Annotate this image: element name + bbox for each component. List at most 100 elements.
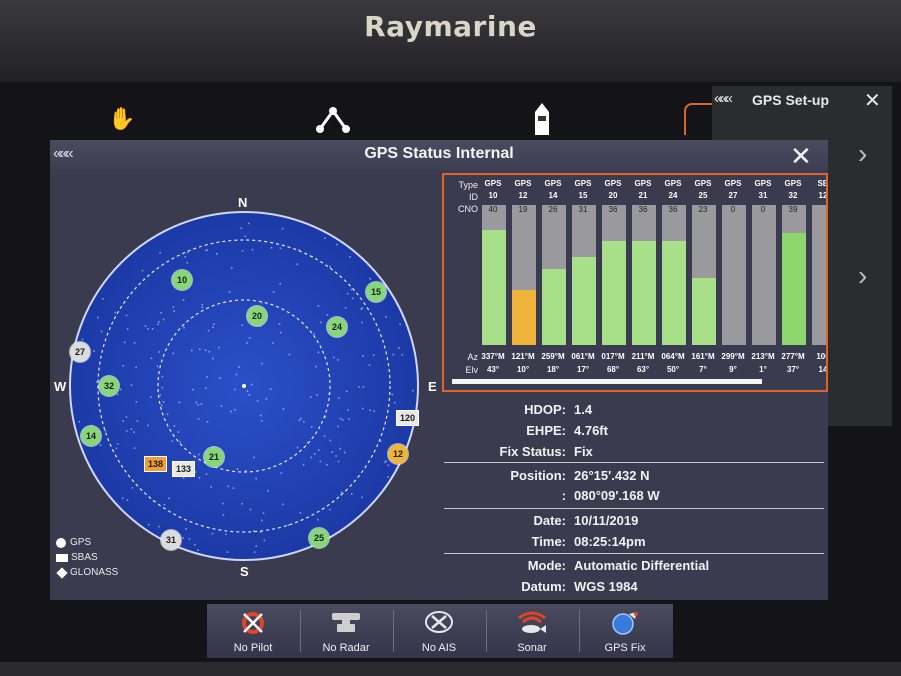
sky-speckle [100,330,103,333]
bar-azimuth: 259°M [541,352,565,361]
signal-bar-column[interactable]: GPS 12 19 121°M 10° [510,175,536,385]
fix-status-label: Fix Status: [499,444,566,459]
signal-bar-column[interactable]: GPS 32 39 277°M 37° [780,175,806,385]
signal-bar-fill [662,241,686,345]
sky-speckle [336,243,338,246]
sky-speckle [337,460,340,463]
sky-speckle [130,428,133,430]
hdop-value: 1.4 [574,402,593,417]
signal-bar-track [752,205,776,345]
ais-button[interactable]: No AIS [393,604,485,658]
bar-type: GPS [604,179,622,188]
radar-icon [300,610,392,640]
bar-cno-value: 26 [548,205,558,214]
sbas-marker[interactable]: 133 [172,461,196,477]
signal-bar-column[interactable]: GPS 10 40 337°M 43° [480,175,506,385]
signal-bar-column[interactable]: GPS 14 26 259°M 18° [540,175,566,385]
satellite-marker[interactable]: 32 [99,376,119,396]
satellite-marker[interactable]: 27 [70,342,90,362]
bar-azimuth: 121°M [511,352,535,361]
ais-label: No AIS [421,642,457,654]
row-label-type: Type [458,180,478,190]
bar-cno-value: 0 [730,205,736,214]
radar-button[interactable]: No Radar [300,604,392,658]
signal-bar-column[interactable]: GPS 21 36 211°M 63° [630,175,656,385]
sky-plot-legend: GPS SBAS GLONASS [56,535,118,580]
gps-fix-icon [579,610,671,642]
sky-speckle [278,323,281,325]
bar-elevation: 1° [759,365,767,374]
sky-speckle [248,394,251,396]
sky-speckle [379,440,382,442]
bar-azimuth: 337°M [481,352,505,361]
sonar-button[interactable]: Sonar [486,604,578,658]
gps-legend-icon [56,537,66,548]
signal-bar-column[interactable]: GPS 25 23 161°M 7° [690,175,716,385]
sky-speckle [303,421,305,423]
satellite-marker[interactable]: 12 [388,444,408,464]
signal-strength-panel[interactable]: Type ID CNO Az Elv GPS 10 40 337°M 43° GPS 12 1… [442,173,828,392]
satellite-marker[interactable]: 24 [327,317,347,337]
bar-type: GPS [634,179,652,188]
hdop-label: HDOP: [524,402,566,417]
sky-speckle [362,355,364,357]
satellite-marker[interactable]: 14 [81,426,101,446]
satellite-marker[interactable]: 10 [172,270,192,290]
legend-sbas: SBAS [71,552,98,563]
sky-speckle [279,247,282,250]
sky-speckle [116,393,119,396]
sky-speckle [194,543,196,546]
signal-bar-column[interactable]: GPS 27 0 299°M 9° [720,175,746,385]
sky-speckle [311,255,313,258]
signal-bar-column[interactable]: GPS 24 36 064°M 50° [660,175,686,385]
sbas-marker[interactable]: 120 [396,410,420,426]
sky-speckle [147,424,149,427]
sbas-marker[interactable]: 138 [144,456,168,472]
latitude-value: 26°15'.432 N [574,468,650,483]
bar-satellite-id: 10 [488,191,498,200]
signal-bar-column[interactable]: SB 12 106 14 [810,175,826,385]
signal-bar-track [512,205,536,345]
sky-speckle [192,388,194,391]
ais-icon [393,610,485,640]
satellite-marker[interactable]: 20 [247,306,267,326]
sky-speckle [183,327,185,329]
row-label-az: Az [467,352,478,362]
divider [444,462,824,463]
signal-bar-track [482,205,506,345]
sky-speckle [141,269,144,272]
sky-speckle [253,530,255,532]
satellite-marker[interactable]: 31 [161,530,181,550]
signal-bar-column[interactable]: GPS 20 36 017°M 68° [600,175,626,385]
bar-type: GPS [694,179,712,188]
sky-speckle [358,386,360,388]
sky-speckle [351,493,353,495]
bar-elevation: 17° [576,365,590,374]
sky-speckle [123,341,126,344]
sky-speckle [298,249,300,251]
signal-bar-fill [692,278,716,345]
sky-speckle [332,356,335,359]
satellite-marker[interactable]: 25 [309,528,329,548]
signal-bar-track [632,205,656,345]
row-label-id: ID [469,192,478,202]
sky-speckle [249,508,252,511]
satellite-marker[interactable]: 15 [366,282,386,302]
bar-satellite-id: 32 [788,191,798,200]
signal-bar-column[interactable]: GPS 31 0 213°M 1° [750,175,776,385]
signal-bar-column[interactable]: GPS 15 31 061°M 17° [570,175,596,385]
sky-speckle [234,408,236,411]
gps-fix-button[interactable]: GPS Fix [579,604,671,658]
signal-bar-track [662,205,686,345]
bar-cno-value: 36 [668,205,678,214]
sky-speckle [310,396,312,398]
sky-speckle [362,386,365,388]
sky-speckle [184,256,186,258]
sky-speckle [282,408,285,410]
sonar-label: Sonar [517,642,547,654]
sky-speckle [337,425,339,428]
bar-scrollbar[interactable] [452,379,762,384]
bar-elevation: 7° [699,365,707,374]
pilot-button[interactable]: No Pilot [207,604,299,658]
satellite-marker[interactable]: 21 [204,447,224,467]
